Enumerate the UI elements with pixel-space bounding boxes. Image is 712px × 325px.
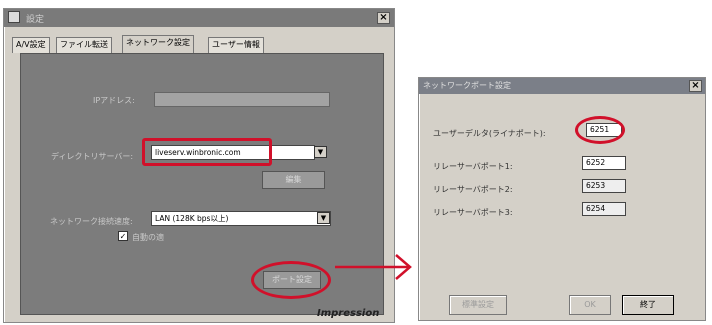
ok-button[interactable]: OK [569,295,611,315]
highlight-directory-server [142,138,272,166]
connection-speed-select[interactable]: LAN (128K bps以上) [151,211,331,226]
auto-detect-label: 自動の適 [132,233,164,242]
tab-file-transfer[interactable]: ファイル転送 [56,37,112,53]
default-settings-button[interactable]: 標準設定 [449,295,507,315]
tab-user-info[interactable]: ユーザー情報 [208,37,264,53]
app-icon [8,11,20,23]
tab-av-settings[interactable]: A/V設定 [12,37,50,53]
highlight-port-settings [251,261,331,299]
relay-port-2-label: リレーサーバポート2: [433,185,513,194]
auto-detect-checkbox[interactable]: ✓ [118,231,128,241]
relay-port-2-field[interactable]: 6253 [582,179,626,193]
brand-logo: Impression [317,308,380,319]
relay-port-3-label: リレーサーバポート3: [433,208,513,217]
ip-address-label: IPアドレス: [93,96,135,105]
chevron-down-icon[interactable]: ▼ [314,146,327,158]
close-button[interactable]: 終了 [622,295,674,315]
port-dialog-title: ネットワークポート設定 [423,81,511,90]
arrow-icon [335,254,412,280]
relay-port-3-field[interactable]: 6254 [582,202,626,216]
relay-port-1-label: リレーサーバポート1: [433,162,513,171]
directory-server-label: ディレクトリサーバー: [51,152,134,161]
ip-address-field[interactable] [154,92,330,107]
port-dialog-title-bar[interactable]: ネットワークポート設定 × [419,78,705,94]
port-settings-dialog: ネットワークポート設定 × ユーザーデルタ(ライナポート): 6251 リレーサ… [418,77,706,321]
chevron-down-icon[interactable]: ▼ [317,212,330,224]
tab-network-settings[interactable]: ネットワーク設定 [122,35,194,53]
connection-speed-label: ネットワーク接続速度: [50,217,133,226]
close-icon[interactable]: × [377,12,390,24]
highlight-user-port [575,116,625,144]
user-port-label: ユーザーデルタ(ライナポート): [433,129,546,138]
settings-title-bar[interactable]: 設定 × [4,9,394,27]
close-icon[interactable]: × [689,80,702,92]
settings-title: 設定 [26,15,45,25]
edit-button[interactable]: 編集 [262,171,325,189]
relay-port-1-field[interactable]: 6252 [582,156,626,170]
